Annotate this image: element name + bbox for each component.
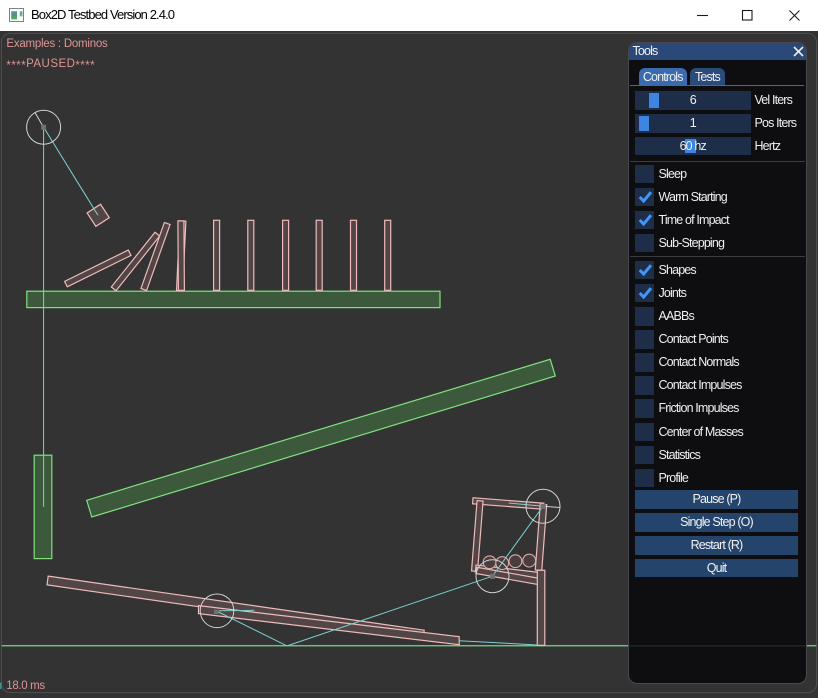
- svg-text:****PAUSED****: ****PAUSED****: [6, 58, 95, 72]
- svg-text:Examples : Dominos: Examples : Dominos: [6, 38, 108, 50]
- svg-text:18.0 ms: 18.0 ms: [6, 680, 45, 692]
